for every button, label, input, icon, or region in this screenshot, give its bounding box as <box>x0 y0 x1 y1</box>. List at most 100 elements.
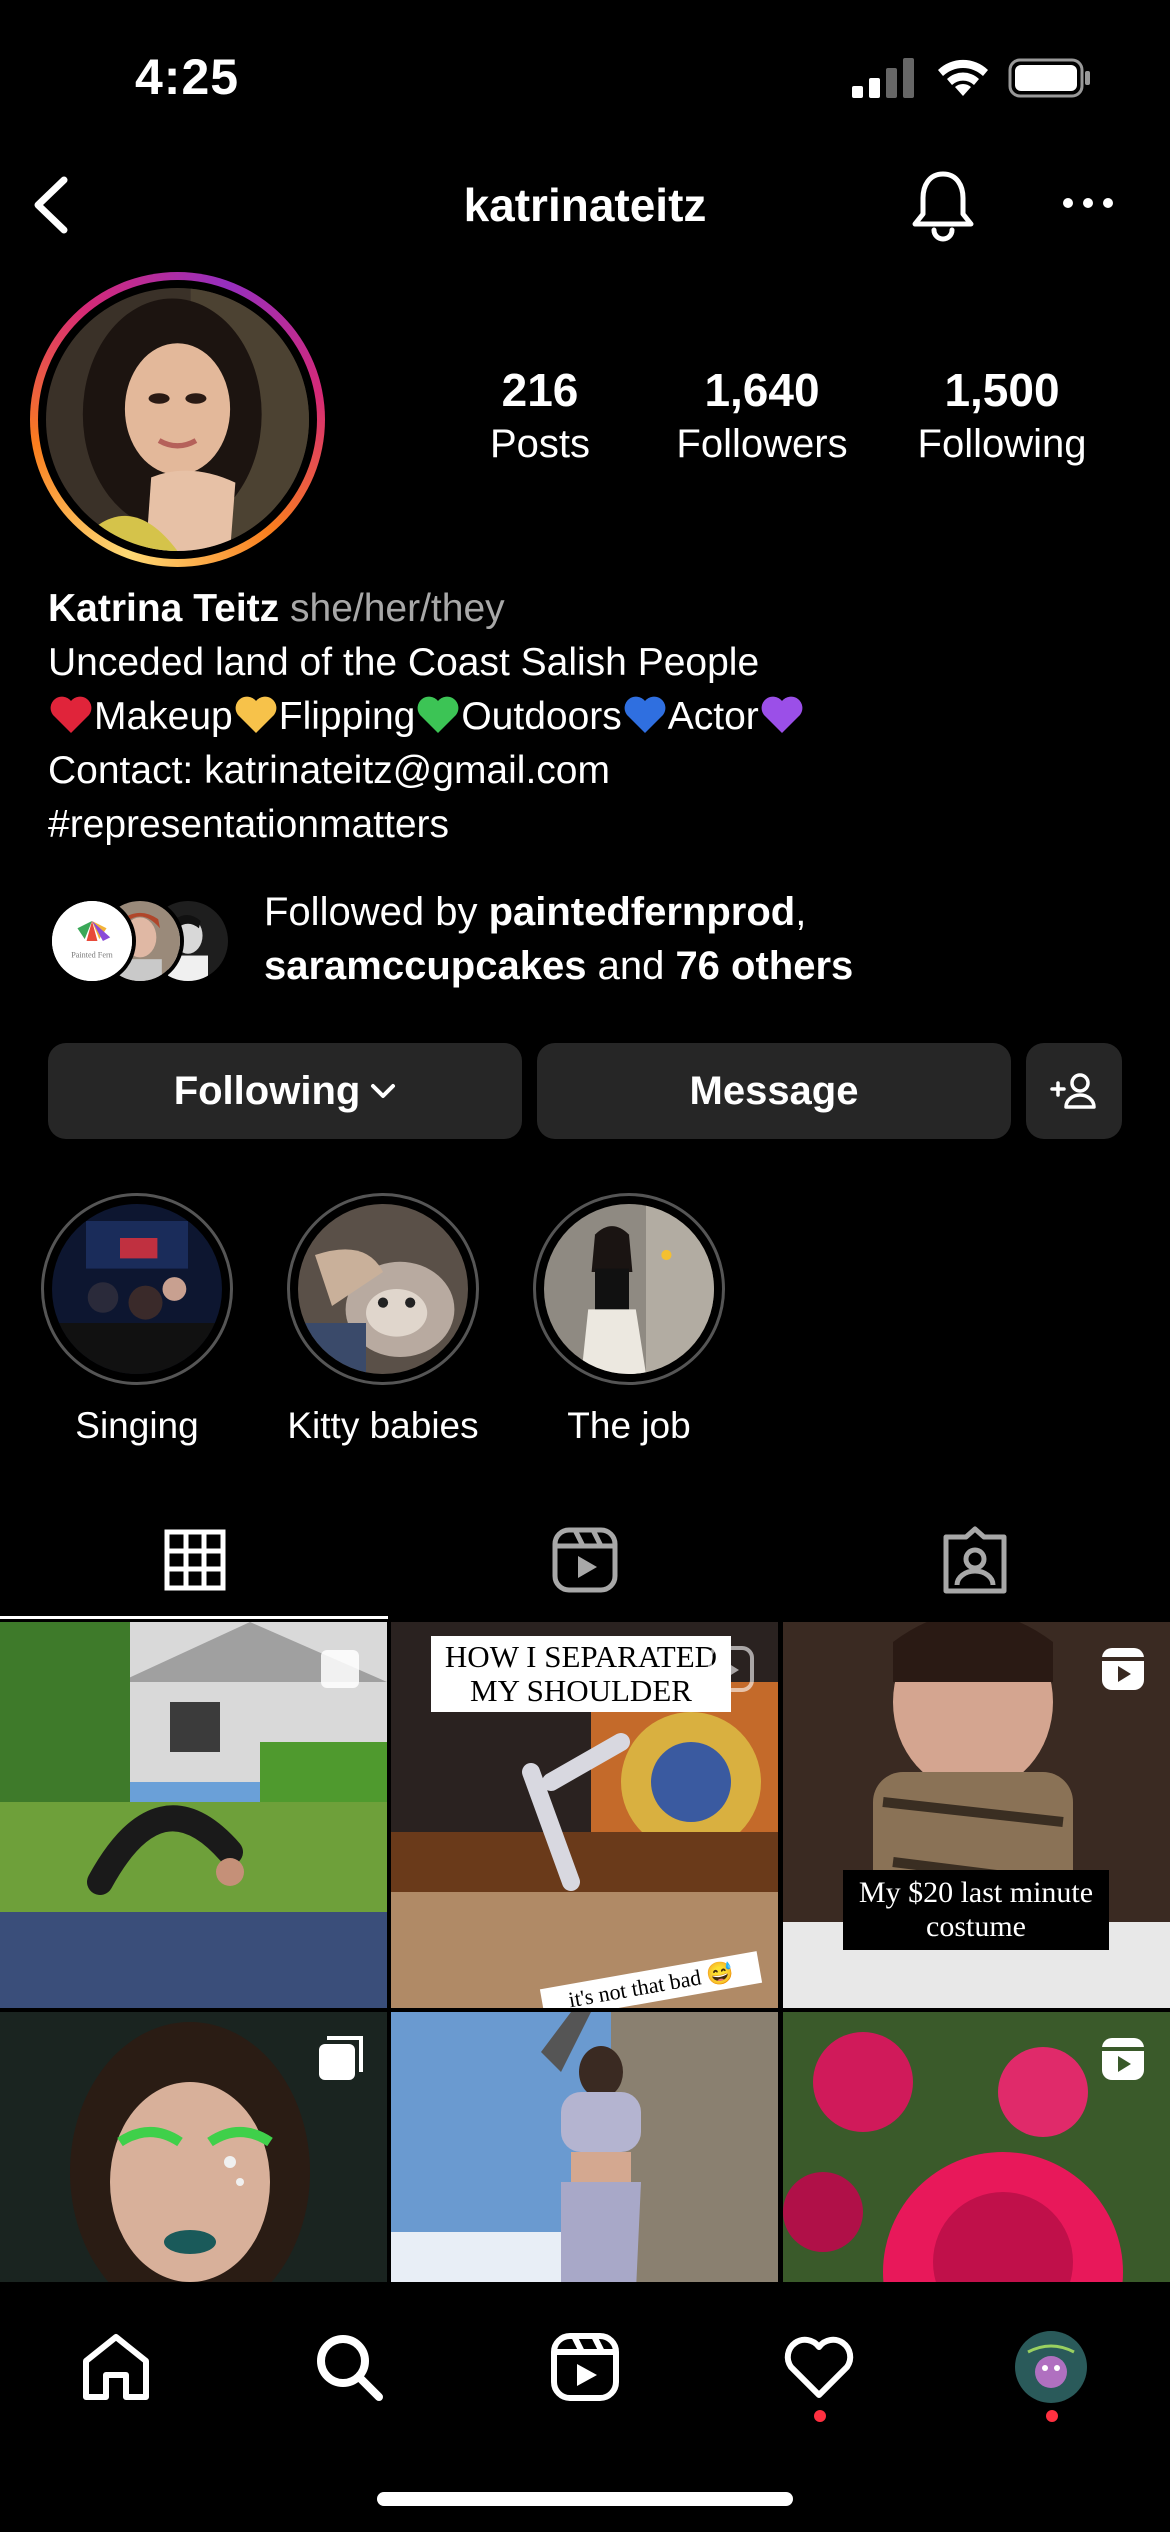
profile-display-name: Katrina Teitz <box>48 587 280 630</box>
message-button-label: Message <box>689 1068 859 1113</box>
followed-by-prefix: Followed by <box>264 890 489 934</box>
followers-stat[interactable]: 1,640 Followers <box>642 362 882 470</box>
nav-activity[interactable] <box>774 2322 864 2412</box>
highlight-cover-singing <box>52 1204 222 1374</box>
tab-posts-grid[interactable] <box>0 1500 390 1620</box>
post-image <box>391 2012 778 2282</box>
bio-tag-actor: Actor <box>667 695 759 738</box>
nav-profile[interactable] <box>1006 2322 1096 2412</box>
bio-interests: Makeup Flipping Outdoors Actor <box>48 690 1128 744</box>
mutual-avatar-paintedfern: Painted Fern <box>48 897 136 985</box>
activity-notification-dot <box>814 2410 826 2422</box>
bio-contact[interactable]: Contact: katrinateitz@gmail.com <box>48 744 1128 798</box>
green-heart-emoji-icon <box>417 696 459 733</box>
highlight-the-job[interactable]: The job <box>533 1193 725 1449</box>
highlight-label: Singing <box>75 1405 199 1446</box>
post-tile[interactable]: HOW I SEPARATED MY SHOULDER it's not tha… <box>391 1622 778 2008</box>
highlight-label: Kitty babies <box>287 1405 479 1446</box>
tab-reels[interactable] <box>390 1500 780 1620</box>
highlight-cover-the-job <box>544 1204 714 1374</box>
home-icon <box>83 2334 149 2400</box>
followers-label: Followers <box>676 422 848 466</box>
reels-icon <box>552 1527 618 1593</box>
grid-icon <box>164 1529 226 1591</box>
post-tile[interactable] <box>391 2012 778 2282</box>
nav-home[interactable] <box>71 2322 161 2412</box>
followed-by-section[interactable]: Painted Fern Followed by paintedfernprod… <box>48 885 1138 995</box>
chevron-down-icon <box>371 1084 396 1098</box>
reels-icon <box>1102 1648 1144 1690</box>
search-icon <box>317 2335 383 2401</box>
posts-label: Posts <box>489 422 591 466</box>
following-button[interactable]: Following <box>48 1043 522 1139</box>
followers-count: 1,640 <box>704 364 820 416</box>
bell-icon[interactable] <box>905 166 981 242</box>
posts-stat: 216 Posts <box>420 362 660 470</box>
profile-username: katrinateitz <box>463 179 707 231</box>
post-tile[interactable] <box>0 1622 387 2008</box>
profile-pronouns: she/her/they <box>290 587 505 630</box>
bio-tag-flipping: Flipping <box>278 695 416 738</box>
active-tab-indicator <box>0 1616 388 1619</box>
highlight-label: The job <box>567 1405 691 1446</box>
profile-avatar-story-ring[interactable] <box>30 272 325 567</box>
post-caption-overlay: HOW I SEPARATED MY SHOULDER <box>431 1636 731 1712</box>
profile-notification-dot <box>1046 2410 1058 2422</box>
tab-tagged[interactable] <box>780 1500 1170 1620</box>
status-time: 4:25 <box>135 49 240 105</box>
followed-by-user1: paintedfernprod <box>488 890 796 934</box>
mutual-avatar-logo-text: Painted Fern <box>71 950 113 959</box>
posts-grid: HOW I SEPARATED MY SHOULDER it's not tha… <box>0 1622 1170 2282</box>
tagged-icon <box>943 1526 1007 1594</box>
posts-count: 216 <box>501 364 579 416</box>
add-user-icon <box>1050 1073 1096 1109</box>
bio-tag-makeup: Makeup <box>94 695 233 738</box>
post-tile[interactable] <box>783 2012 1170 2282</box>
blue-heart-emoji-icon <box>624 696 666 733</box>
post-tile[interactable] <box>0 2012 387 2282</box>
following-stat[interactable]: 1,500 Following <box>882 362 1122 470</box>
post-tile[interactable]: My $20 last minute costume <box>783 1622 1170 2008</box>
bio-location: Unceded land of the Coast Salish People <box>48 641 760 684</box>
profile-avatar <box>46 288 309 551</box>
bio-hashtag[interactable]: #representationmatters <box>48 798 1128 852</box>
reels-icon <box>551 2333 619 2401</box>
profile-bio: Katrina Teitz she/her/they Unceded land … <box>48 582 1128 852</box>
cellular-signal-icon <box>852 58 914 98</box>
carousel-icon <box>321 1650 359 1688</box>
wifi-icon <box>938 59 988 96</box>
nav-reels[interactable] <box>540 2322 630 2412</box>
more-options-icon[interactable] <box>1058 178 1118 228</box>
following-button-label: Following <box>173 1068 361 1113</box>
purple-heart-emoji-icon <box>761 696 803 733</box>
followed-by-user2: saramccupcakes <box>264 944 587 988</box>
highlight-cover-kitty-babies <box>298 1204 468 1374</box>
status-bar: 4:25 <box>0 0 1170 150</box>
profile-header: katrinateitz <box>0 160 1170 250</box>
mutual-follower-avatars: Painted Fern <box>48 897 248 987</box>
highlight-kitty-babies[interactable]: Kitty babies <box>287 1193 479 1449</box>
following-label: Following <box>917 422 1087 466</box>
profile-content-tabs <box>0 1500 1170 1620</box>
bio-tag-outdoors: Outdoors <box>461 695 622 738</box>
yellow-heart-emoji-icon <box>235 696 277 733</box>
followed-by-text: Followed by paintedfernprod, saramccupca… <box>264 885 853 993</box>
home-indicator[interactable] <box>377 2492 793 2506</box>
profile-avatar <box>1015 2331 1087 2403</box>
reels-icon <box>708 1646 754 1692</box>
profile-stats: 216 Posts 1,640 Followers 1,500 Followin… <box>420 362 1120 482</box>
followed-by-and: and <box>586 944 676 988</box>
post-caption-overlay: My $20 last minute costume <box>843 1870 1109 1950</box>
highlight-singing[interactable]: Singing <box>41 1193 233 1449</box>
followed-by-comma: , <box>795 890 807 934</box>
reels-icon <box>1102 2038 1144 2080</box>
message-button[interactable]: Message <box>537 1043 1011 1139</box>
carousel-icon <box>319 2036 363 2080</box>
following-count: 1,500 <box>944 364 1060 416</box>
battery-icon <box>1008 58 1090 98</box>
suggested-users-button[interactable] <box>1026 1043 1122 1139</box>
followed-by-others: 76 others <box>675 944 854 988</box>
nav-search[interactable] <box>304 2322 394 2412</box>
activity-heart-icon <box>784 2336 854 2398</box>
red-heart-emoji-icon <box>50 696 92 733</box>
